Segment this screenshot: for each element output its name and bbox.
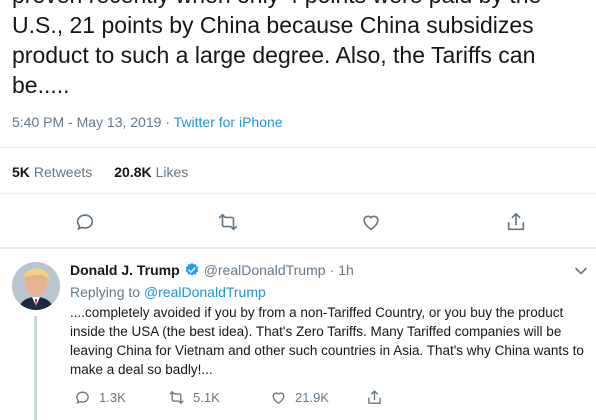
tweet-page: proven recently when only 4 points were … (0, 0, 596, 420)
likes-stat[interactable]: 20.8K Likes (114, 164, 188, 180)
replying-to-handle[interactable]: @realDonaldTrump (144, 284, 266, 300)
retweets-stat[interactable]: 5K Retweets (12, 164, 92, 180)
replying-to: Replying to @realDonaldTrump (70, 284, 266, 300)
meta-separator: · (165, 114, 170, 130)
retweets-count: 5K (12, 164, 30, 180)
reply-icon (76, 391, 89, 405)
reply-button[interactable] (71, 208, 99, 236)
avatar[interactable] (12, 262, 60, 310)
tweet-action-bar (0, 208, 596, 236)
reply-header: Donald J. Trump @realDonaldTrump · 1h (70, 262, 354, 278)
reply-tweet-text: ....completely avoided if you by from a … (70, 305, 584, 377)
tweet-timestamp[interactable]: 5:40 PM - May 13, 2019 (12, 114, 161, 130)
thread-line (34, 316, 37, 420)
reply-likes-count: 21.9K (295, 390, 329, 405)
share-icon (507, 212, 525, 231)
divider (0, 147, 596, 148)
retweet-icon (169, 391, 184, 404)
profile-photo (12, 262, 60, 310)
reply-retweets-count: 5.1K (193, 390, 220, 405)
reply-icon (76, 214, 94, 231)
divider (0, 247, 596, 249)
tweet-stats: 5K Retweets 20.8K Likes (12, 164, 188, 180)
reply-reply-button[interactable]: 1.3K (74, 389, 126, 406)
share-icon (368, 390, 381, 404)
chevron-down-icon[interactable] (574, 264, 588, 278)
tweet-source-link[interactable]: Twitter for iPhone (174, 114, 283, 130)
retweet-icon (218, 213, 238, 231)
heart-icon (272, 392, 285, 404)
author-name[interactable]: Donald J. Trump (70, 262, 180, 278)
reply-share-button[interactable] (366, 389, 383, 406)
likes-label: Likes (155, 164, 189, 180)
likes-count: 20.8K (114, 164, 152, 180)
header-separator: · (329, 262, 335, 278)
replying-label: Replying to (70, 284, 141, 300)
reply-retweet-button[interactable]: 5.1K (168, 389, 220, 406)
verified-badge-icon (185, 263, 199, 276)
reply-replies-count: 1.3K (99, 390, 126, 405)
reply-timestamp[interactable]: 1h (338, 262, 354, 278)
main-tweet-text: proven recently when only 4 points were … (12, 0, 541, 98)
author-handle[interactable]: @realDonaldTrump (204, 262, 326, 278)
heart-icon (363, 215, 379, 231)
share-button[interactable] (502, 208, 530, 236)
reply-like-button[interactable]: 21.9K (270, 389, 329, 406)
like-button[interactable] (357, 208, 385, 236)
tweet-meta: 5:40 PM - May 13, 2019 · Twitter for iPh… (12, 114, 283, 130)
divider (0, 193, 596, 194)
retweet-button[interactable] (214, 208, 242, 236)
retweets-label: Retweets (33, 164, 93, 180)
